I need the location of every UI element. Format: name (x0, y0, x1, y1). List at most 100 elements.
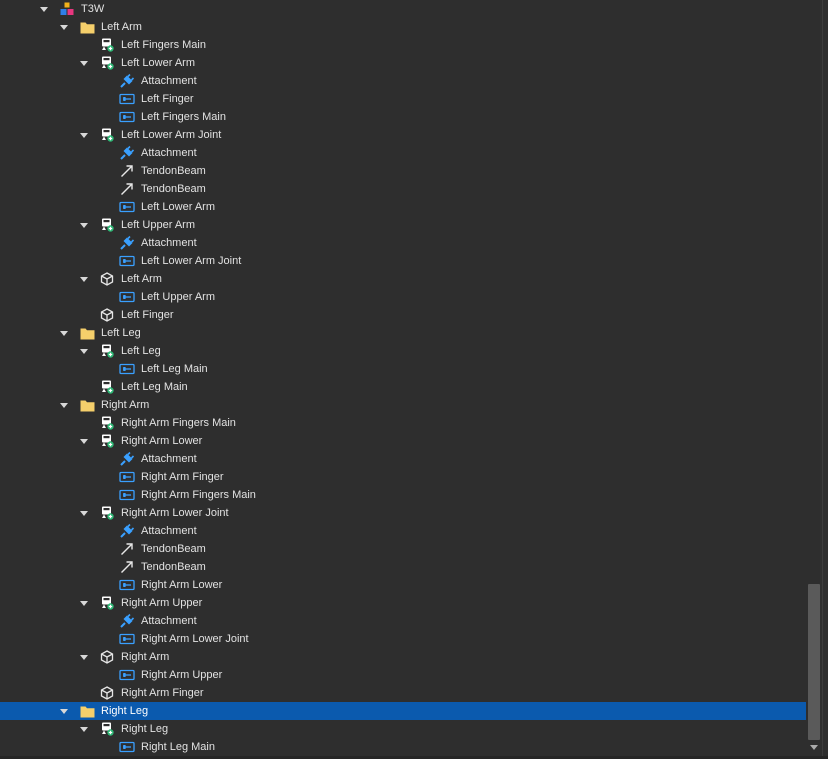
tree-row[interactable]: Attachment (0, 612, 806, 630)
tree-row[interactable]: Attachment (0, 522, 806, 540)
explorer-tree: T3W Left Arm Left Fingers Main Left Lowe… (0, 0, 806, 756)
attachment-icon (119, 145, 135, 161)
tree-row-label: Right Arm Finger (141, 471, 224, 483)
weld-icon (119, 199, 135, 215)
tree-row[interactable]: TendonBeam (0, 180, 806, 198)
folder-icon (79, 325, 95, 341)
tree-row-label: TendonBeam (141, 165, 206, 177)
expand-arrow-icon[interactable] (59, 702, 69, 720)
tree-row[interactable]: Left Fingers Main (0, 108, 806, 126)
tree-row-label: Right Arm Lower (121, 435, 203, 447)
tree-row[interactable]: Right Arm Lower Joint (0, 504, 806, 522)
tree-row[interactable]: Attachment (0, 72, 806, 90)
tree-row[interactable]: Left Leg (0, 324, 806, 342)
tree-row[interactable]: Right Arm Upper (0, 666, 806, 684)
tree-row-label: TendonBeam (141, 561, 206, 573)
beam-icon (119, 163, 135, 179)
panel-edge (822, 0, 823, 759)
tree-row[interactable]: Right Arm (0, 648, 806, 666)
expand-arrow-icon[interactable] (59, 18, 69, 36)
expand-arrow-icon[interactable] (79, 594, 89, 612)
tree-row[interactable]: Right Arm Upper (0, 594, 806, 612)
scrollbar-thumb[interactable] (808, 584, 820, 740)
part-icon (99, 415, 115, 431)
tree-row-label: Right Arm Upper (141, 669, 223, 681)
tree-row-label: Right Arm Finger (121, 687, 204, 699)
tree-row-label: Attachment (141, 147, 197, 159)
tree-row[interactable]: Left Arm (0, 18, 806, 36)
weld-icon (119, 667, 135, 683)
tree-row-label: Right Arm Fingers Main (141, 489, 256, 501)
tree-row[interactable]: TendonBeam (0, 558, 806, 576)
tree-row-label: Left Lower Arm (121, 57, 195, 69)
tree-row[interactable]: Left Lower Arm Joint (0, 126, 806, 144)
tree-row-label: Left Upper Arm (121, 219, 195, 231)
tree-row[interactable]: Right Leg Main (0, 738, 806, 756)
beam-icon (119, 559, 135, 575)
box-icon (99, 271, 115, 287)
tree-row-label: Right Arm (121, 651, 170, 663)
tree-row[interactable]: Left Lower Arm (0, 54, 806, 72)
tree-row-label: Attachment (141, 525, 197, 537)
tree-row[interactable]: Left Fingers Main (0, 36, 806, 54)
tree-row-label: Left Leg (101, 327, 141, 339)
tree-row[interactable]: Left Lower Arm (0, 198, 806, 216)
expand-arrow-icon[interactable] (79, 432, 89, 450)
attachment-icon (119, 73, 135, 89)
tree-row[interactable]: Right Arm Finger (0, 684, 806, 702)
weld-icon (119, 469, 135, 485)
expand-arrow-icon[interactable] (79, 270, 89, 288)
tree-row[interactable]: Left Lower Arm Joint (0, 252, 806, 270)
tree-row[interactable]: Right Arm Lower Joint (0, 630, 806, 648)
tree-row[interactable]: Right Arm Fingers Main (0, 414, 806, 432)
weld-icon (119, 631, 135, 647)
tree-row[interactable]: Attachment (0, 144, 806, 162)
expand-arrow-icon[interactable] (79, 126, 89, 144)
expand-arrow-icon[interactable] (79, 720, 89, 738)
tree-row[interactable]: T3W (0, 0, 806, 18)
tree-row[interactable]: Left Upper Arm (0, 288, 806, 306)
tree-row[interactable]: Right Arm Finger (0, 468, 806, 486)
folder-icon (79, 703, 95, 719)
tree-row[interactable]: Right Arm (0, 396, 806, 414)
box-icon (99, 685, 115, 701)
tree-row-label: Right Arm Lower Joint (141, 633, 249, 645)
tree-row-label: Right Arm (101, 399, 150, 411)
tree-row-label: Left Lower Arm Joint (141, 255, 242, 267)
tree-row[interactable]: Right Arm Fingers Main (0, 486, 806, 504)
tree-row[interactable]: Attachment (0, 234, 806, 252)
folder-icon (79, 19, 95, 35)
tree-row[interactable]: Attachment (0, 450, 806, 468)
tree-row-label: TendonBeam (141, 183, 206, 195)
expand-arrow-icon[interactable] (79, 504, 89, 522)
tree-row[interactable]: Left Arm (0, 270, 806, 288)
tree-row-label: Left Finger (121, 309, 174, 321)
expand-arrow-icon[interactable] (79, 648, 89, 666)
tree-row[interactable]: Right Leg (0, 702, 806, 720)
tree-row[interactable]: Left Leg Main (0, 378, 806, 396)
tree-row[interactable]: Left Finger (0, 306, 806, 324)
expand-arrow-icon[interactable] (79, 342, 89, 360)
tree-row[interactable]: Right Arm Lower (0, 432, 806, 450)
weld-icon (119, 739, 135, 755)
expand-arrow-icon[interactable] (79, 216, 89, 234)
expand-arrow-icon[interactable] (79, 54, 89, 72)
expand-arrow-icon[interactable] (59, 396, 69, 414)
tree-row-label: Attachment (141, 453, 197, 465)
expand-arrow-icon[interactable] (59, 324, 69, 342)
tree-row[interactable]: Left Finger (0, 90, 806, 108)
expand-arrow-icon[interactable] (39, 0, 49, 18)
tree-row[interactable]: Right Leg (0, 720, 806, 738)
tree-row[interactable]: TendonBeam (0, 162, 806, 180)
beam-icon (119, 181, 135, 197)
tree-row[interactable]: Right Arm Lower (0, 576, 806, 594)
tree-row-label: Left Arm (101, 21, 142, 33)
tree-row[interactable]: Left Leg (0, 342, 806, 360)
tree-row[interactable]: Left Upper Arm (0, 216, 806, 234)
part-icon (99, 379, 115, 395)
vertical-scrollbar[interactable] (806, 0, 828, 759)
tree-row[interactable]: Left Leg Main (0, 360, 806, 378)
tree-row[interactable]: TendonBeam (0, 540, 806, 558)
tree-row-label: Left Fingers Main (121, 39, 206, 51)
scroll-down-arrow[interactable] (808, 742, 820, 752)
